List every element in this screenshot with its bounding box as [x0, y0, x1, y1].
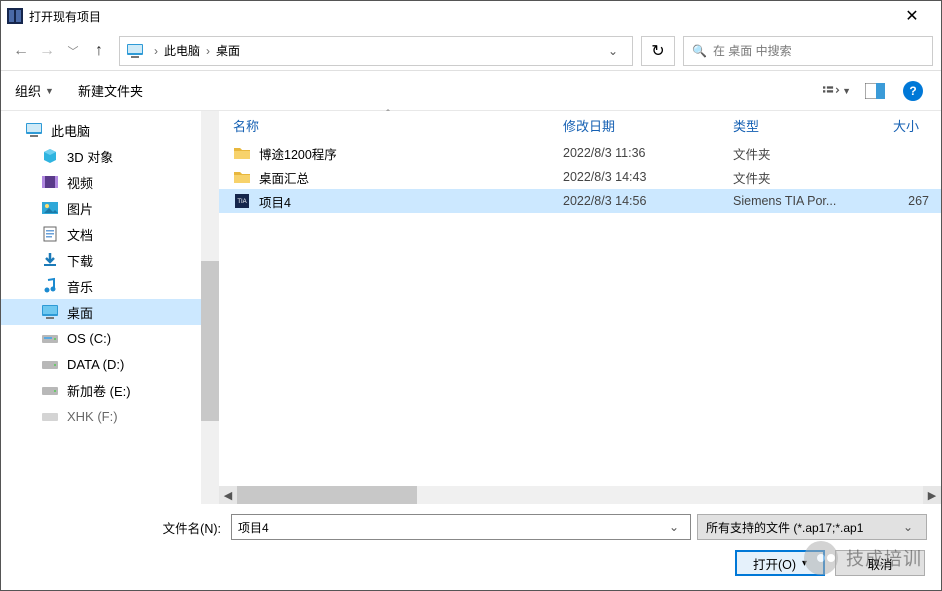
filetype-filter[interactable]: 所有支持的文件 (*.ap17;*.ap1 ⌄	[697, 514, 927, 540]
up-button[interactable]: ↑	[87, 36, 111, 66]
music-icon	[41, 277, 59, 295]
sidebar-scrollbar[interactable]	[201, 111, 219, 504]
tree-downloads[interactable]: 下载	[1, 247, 201, 273]
col-date[interactable]: 修改日期	[553, 111, 723, 140]
navbar: ← → ﹀ ↑ › 此电脑 › 桌面 ⌄ ↻ 🔍 在 桌面 中搜索	[1, 31, 941, 71]
filename-input[interactable]: 项目4 ⌄	[231, 514, 691, 540]
file-row[interactable]: 桌面汇总 2022/8/3 14:43文件夹	[219, 165, 941, 189]
col-size[interactable]: 大小	[883, 111, 941, 140]
search-icon: 🔍	[692, 44, 707, 58]
tree-data-d[interactable]: DATA (D:)	[1, 351, 201, 377]
picture-icon	[41, 199, 59, 217]
back-button[interactable]: ←	[9, 36, 33, 66]
file-row[interactable]: TIA 项目4 2022/8/3 14:56Siemens TIA Por...26…	[219, 189, 941, 213]
filename-value: 项目4	[238, 519, 269, 536]
forward-button[interactable]: →	[35, 36, 59, 66]
col-name[interactable]: ˆ名称	[223, 111, 553, 140]
tia-file-icon: TIA	[233, 192, 251, 210]
tree-this-pc[interactable]: 此电脑	[1, 117, 201, 143]
file-date: 2022/8/3 14:56	[553, 194, 723, 208]
tree-xhk-f[interactable]: XHK (F:)	[1, 403, 201, 429]
file-type: 文件夹	[723, 144, 883, 163]
sort-indicator-icon: ˆ	[386, 109, 389, 120]
sidebar: 此电脑 3D 对象 视频 图片 文档 下载	[1, 111, 201, 504]
folder-icon	[233, 144, 251, 162]
file-type: Siemens TIA Por...	[723, 194, 883, 208]
file-size: 267	[883, 194, 941, 208]
pc-icon	[126, 42, 144, 60]
file-row[interactable]: 博途1200程序 2022/8/3 11:36文件夹	[219, 141, 941, 165]
view-options-button[interactable]: ▼	[823, 77, 851, 105]
drive-icon	[41, 381, 59, 399]
scroll-left-icon[interactable]: ◀	[219, 486, 237, 504]
breadcrumb-dropdown[interactable]: ⌄	[600, 44, 626, 58]
video-icon	[41, 173, 59, 191]
file-name: 桌面汇总	[259, 168, 309, 187]
col-type[interactable]: 类型	[723, 111, 883, 140]
chevron-right-icon: ›	[206, 44, 210, 58]
horizontal-scrollbar[interactable]: ◀ ▶	[219, 486, 941, 504]
file-name: 项目4	[259, 192, 291, 211]
drive-icon	[41, 407, 59, 425]
close-button[interactable]: ✕	[889, 2, 935, 30]
chevron-right-icon: ›	[154, 44, 158, 58]
tree-desktop[interactable]: 桌面	[1, 299, 201, 325]
breadcrumb-pc[interactable]: 此电脑	[164, 42, 200, 59]
window-title: 打开现有项目	[29, 8, 889, 25]
tree-videos[interactable]: 视频	[1, 169, 201, 195]
organize-button[interactable]: 组织▼	[15, 81, 54, 100]
drive-icon	[41, 329, 59, 347]
filename-label: 文件名(N):	[15, 518, 225, 537]
tree-documents[interactable]: 文档	[1, 221, 201, 247]
search-input[interactable]: 🔍 在 桌面 中搜索	[683, 36, 933, 66]
toolbar: 组织▼ 新建文件夹 ▼ ?	[1, 71, 941, 111]
tree-music[interactable]: 音乐	[1, 273, 201, 299]
refresh-button[interactable]: ↻	[641, 36, 675, 66]
pc-icon	[25, 121, 43, 139]
tree-3d-objects[interactable]: 3D 对象	[1, 143, 201, 169]
svg-text:TIA: TIA	[237, 199, 246, 205]
file-date: 2022/8/3 14:43	[553, 170, 723, 184]
drive-icon	[41, 355, 59, 373]
help-button[interactable]: ?	[899, 77, 927, 105]
file-date: 2022/8/3 11:36	[553, 146, 723, 160]
file-type: 文件夹	[723, 168, 883, 187]
tree-os-c[interactable]: OS (C:)	[1, 325, 201, 351]
document-icon	[41, 225, 59, 243]
history-dropdown[interactable]: ﹀	[61, 36, 85, 66]
file-list: 博途1200程序2022/8/3 11:36文件夹桌面汇总2022/8/3 14…	[219, 141, 941, 486]
filename-dropdown[interactable]: ⌄	[664, 520, 684, 534]
cancel-button[interactable]: 取消	[835, 550, 925, 576]
new-folder-button[interactable]: 新建文件夹	[78, 81, 143, 100]
open-button[interactable]: 打开(O)▾	[735, 550, 825, 576]
tree-pictures[interactable]: 图片	[1, 195, 201, 221]
breadcrumb[interactable]: › 此电脑 › 桌面 ⌄	[119, 36, 633, 66]
titlebar: 打开现有项目 ✕	[1, 1, 941, 31]
app-icon	[7, 8, 23, 24]
search-placeholder: 在 桌面 中搜索	[713, 42, 792, 59]
download-icon	[41, 251, 59, 269]
breadcrumb-desktop[interactable]: 桌面	[216, 42, 240, 59]
scroll-right-icon[interactable]: ▶	[923, 486, 941, 504]
cube-icon	[41, 147, 59, 165]
tree-new-e[interactable]: 新加卷 (E:)	[1, 377, 201, 403]
filter-dropdown-icon: ⌄	[898, 520, 918, 534]
preview-pane-button[interactable]	[861, 77, 889, 105]
desktop-icon	[41, 303, 59, 321]
file-name: 博途1200程序	[259, 144, 337, 163]
help-icon: ?	[903, 81, 923, 101]
folder-icon	[233, 168, 251, 186]
column-headers: ˆ名称 修改日期 类型 大小	[219, 111, 941, 141]
